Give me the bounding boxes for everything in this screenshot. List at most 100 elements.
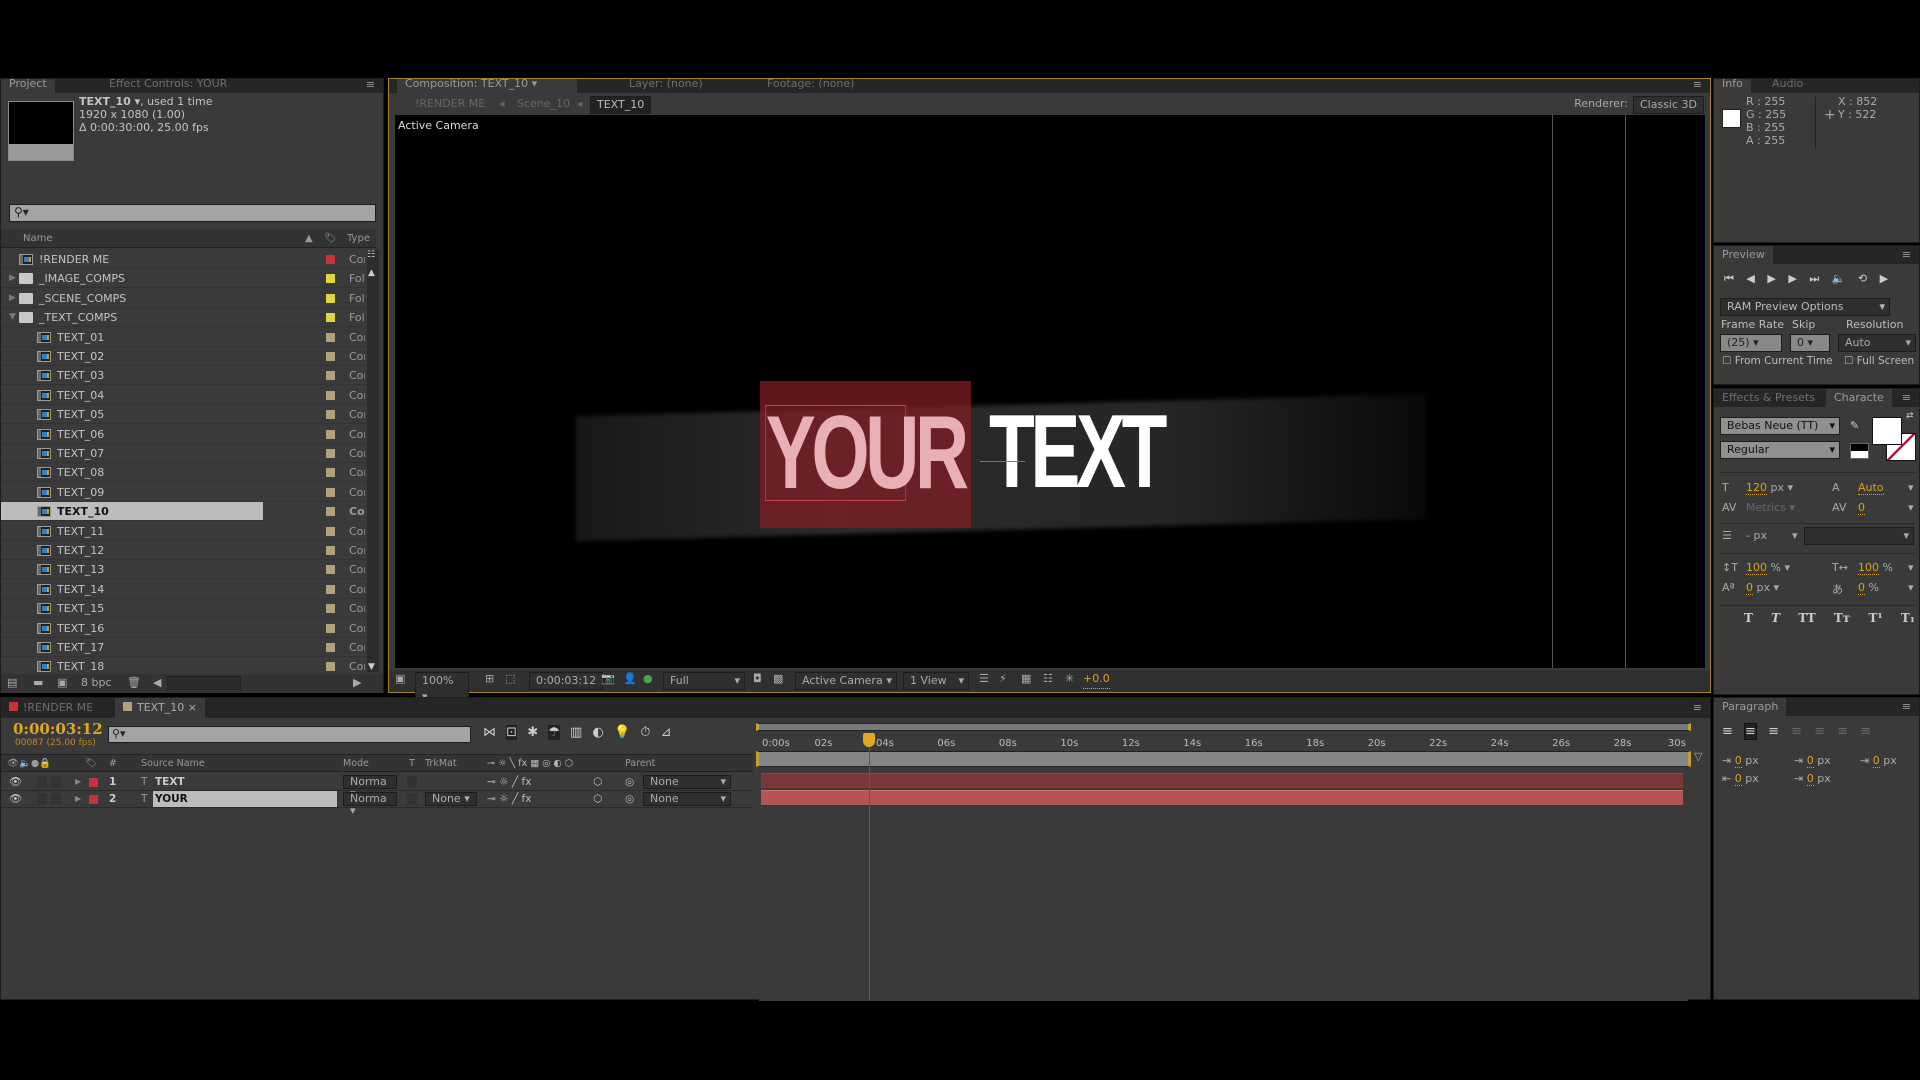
label-color[interactable] — [326, 255, 335, 264]
justify-last-left-icon[interactable]: ≡ — [1791, 724, 1802, 739]
label-color[interactable] — [326, 623, 335, 633]
fast-previews-icon[interactable]: ⚡ — [999, 670, 1007, 688]
interpret-footage-icon[interactable]: ▤ — [7, 674, 17, 692]
live-update-icon[interactable]: ⊡ — [506, 725, 518, 740]
small-caps-icon[interactable]: Tт — [1834, 611, 1850, 625]
project-item[interactable]: TEXT_16 Cor — [1, 619, 376, 638]
composition-mini-flowchart-icon[interactable]: ⋈ — [483, 725, 496, 740]
text-layer-your[interactable]: YOUR — [765, 401, 969, 505]
tab-footage[interactable]: Footage: (none) — [759, 79, 862, 93]
transparency-grid-icon[interactable]: ▩ — [773, 670, 783, 688]
auto-keyframe-icon[interactable]: ⏱ — [640, 725, 650, 740]
composition-viewer[interactable]: Active Camera YOUR TEXT — [395, 115, 1705, 668]
new-comp-icon[interactable]: ▣ — [57, 674, 67, 692]
swap-colors-icon[interactable]: ⇄ — [1906, 411, 1914, 421]
bit-depth-button[interactable]: 8 bpc — [81, 674, 112, 692]
work-area-bar[interactable] — [756, 751, 1691, 767]
project-item[interactable]: TEXT_07 Cor — [1, 444, 376, 463]
superscript-icon[interactable]: T¹ — [1868, 611, 1882, 625]
show-snapshot-icon[interactable]: 👤 — [623, 670, 637, 688]
project-item[interactable]: TEXT_15 Cor — [1, 599, 376, 619]
skip-dropdown[interactable]: 0 ▾ — [1790, 334, 1830, 352]
align-center-icon[interactable]: ≡ — [1744, 723, 1757, 740]
motion-blur-icon[interactable]: ◐ — [592, 725, 603, 740]
tab-character[interactable]: Characte — [1826, 389, 1892, 407]
panel-menu-icon[interactable]: ≡ — [1902, 392, 1911, 404]
justify-all-icon[interactable]: ≡ — [1860, 724, 1871, 739]
justify-last-right-icon[interactable]: ≡ — [1837, 724, 1848, 739]
breadcrumb-current[interactable]: TEXT_10 — [590, 96, 652, 114]
label-color[interactable] — [326, 449, 335, 458]
project-item[interactable]: ▶ _IMAGE_COMPS Fol — [1, 269, 376, 289]
label-color[interactable] — [326, 371, 335, 381]
tab-effect-controls[interactable]: Effect Controls: YOUR — [101, 79, 235, 93]
horizontal-scale-value[interactable]: 100 % — [1858, 561, 1893, 575]
project-item[interactable]: !RENDER ME Cor — [1, 250, 376, 269]
trash-icon[interactable]: 🗑 — [127, 674, 141, 692]
label-color[interactable] — [326, 313, 335, 323]
resolution-dropdown[interactable]: Full ▾ — [663, 672, 745, 690]
subscript-icon[interactable]: T₁ — [1901, 611, 1915, 625]
stroke-style-dropdown[interactable]: ▾ — [1804, 527, 1914, 545]
resolution-dropdown[interactable]: Auto ▾ — [1838, 334, 1916, 352]
indent-left-field[interactable]: ⇥ 0 px — [1722, 752, 1759, 770]
project-scrollbar[interactable]: ☷ ▲ ▼ — [367, 250, 379, 672]
scroll-down-icon[interactable]: ▼ — [368, 662, 375, 672]
label-color[interactable] — [326, 410, 335, 420]
first-frame-icon[interactable]: ⏮ — [1724, 272, 1734, 285]
align-left-icon[interactable]: ≡ — [1722, 724, 1733, 739]
blend-mode-dropdown[interactable]: Norma ▾ — [343, 792, 397, 817]
lock-toggle[interactable] — [51, 793, 61, 805]
black-white-icon[interactable] — [1850, 443, 1869, 459]
exposure-icon[interactable]: ✳ — [1065, 670, 1074, 688]
anchor-point-crosshair[interactable] — [980, 461, 1025, 462]
label-color[interactable] — [326, 526, 335, 536]
title-safe-icon[interactable]: ⊞ — [485, 670, 494, 688]
tab-preview[interactable]: Preview — [1714, 246, 1773, 264]
current-time-display[interactable]: 0:00:03:12 — [13, 720, 103, 738]
label-color[interactable] — [89, 778, 98, 787]
label-color[interactable] — [326, 352, 335, 361]
breadcrumb-render-me[interactable]: !RENDER ME — [415, 94, 485, 114]
project-item[interactable]: TEXT_18 Cor — [1, 657, 376, 672]
label-color[interactable] — [326, 662, 335, 672]
scroll-up-icon[interactable]: ▲ — [368, 268, 375, 278]
last-frame-icon[interactable]: ⏭ — [1809, 272, 1819, 285]
ram-preview-icon[interactable]: ▶ — [1880, 272, 1888, 285]
exposure-value[interactable]: +0.0 — [1083, 670, 1110, 689]
tab-project[interactable]: Project — [1, 79, 55, 93]
project-item[interactable]: TEXT_11 Cor — [1, 522, 376, 541]
region-of-interest-icon[interactable]: ◘ — [753, 670, 762, 688]
ram-preview-options-dropdown[interactable]: RAM Preview Options ▾ — [1720, 298, 1890, 316]
layer-duration-bar[interactable] — [761, 773, 1683, 788]
label-color[interactable] — [326, 293, 335, 303]
project-item[interactable]: TEXT_01 Cor — [1, 328, 376, 347]
panel-menu-icon[interactable]: ≡ — [1902, 249, 1911, 261]
label-color[interactable] — [326, 584, 335, 594]
twirl-icon[interactable]: ▶ — [9, 269, 16, 288]
always-preview-icon[interactable]: ▣ — [395, 670, 405, 688]
label-color[interactable] — [89, 795, 98, 804]
flowchart-icon[interactable]: ☷ — [1043, 670, 1053, 688]
project-item[interactable]: ▶ _SCENE_COMPS Fol — [1, 289, 376, 308]
twirl-icon[interactable]: ▶ — [75, 791, 81, 807]
preserve-transparency-toggle[interactable] — [407, 776, 417, 788]
project-item[interactable]: TEXT_02 Cor — [1, 347, 376, 366]
view-layout-dropdown[interactable]: 1 View ▾ — [903, 672, 969, 690]
all-caps-icon[interactable]: TT — [1798, 611, 1815, 625]
space-after-field[interactable]: ⇥ 0 px — [1794, 770, 1831, 788]
graph-editor-icon[interactable]: ⊿ — [661, 725, 672, 740]
project-item[interactable]: TEXT_14 Cor — [1, 580, 376, 599]
project-search-input[interactable]: ⚲▾ — [9, 204, 376, 222]
font-family-dropdown[interactable]: Bebas Neue (TT) ▾ — [1720, 417, 1840, 435]
tab-info[interactable]: Info — [1714, 79, 1751, 93]
audio-icon[interactable]: 🔈 — [1832, 272, 1846, 285]
layer-name[interactable]: TEXT — [153, 774, 337, 790]
space-before-field[interactable]: ⇤ 0 px — [1722, 770, 1759, 788]
label-color[interactable] — [326, 604, 335, 614]
tab-timeline-text10[interactable]: TEXT_10 × — [115, 698, 205, 718]
label-color[interactable] — [326, 332, 335, 342]
stroke-width-value[interactable]: - px — [1746, 529, 1767, 542]
parent-dropdown[interactable]: None ▾ — [643, 775, 731, 789]
solo-toggle[interactable] — [37, 776, 47, 788]
